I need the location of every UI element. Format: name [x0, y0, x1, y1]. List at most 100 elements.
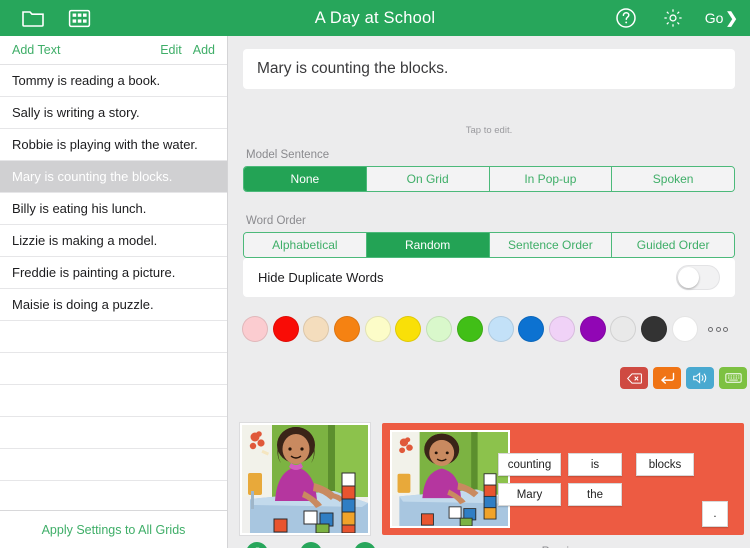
camera-button[interactable]	[246, 542, 268, 548]
go-button[interactable]: Go ❯	[705, 9, 738, 27]
word-cell[interactable]: .	[702, 501, 728, 527]
word-order-option[interactable]: Guided Order	[612, 233, 734, 257]
word-cell-label: .	[713, 508, 717, 520]
color-swatch[interactable]	[579, 316, 606, 342]
word-order-segmented-control[interactable]: Alphabetical Random Sentence Order Guided O…	[243, 232, 735, 258]
list-item-label: Sally is writing a story.	[12, 105, 140, 120]
color-swatch[interactable]	[395, 316, 422, 342]
list-item[interactable]	[0, 353, 227, 385]
help-icon[interactable]	[611, 6, 641, 30]
list-item[interactable]: Robbie is playing with the water.	[0, 129, 227, 161]
word-cell-label: the	[587, 488, 603, 501]
color-swatch[interactable]	[487, 316, 514, 342]
add-button[interactable]: Add	[193, 43, 215, 57]
list-item[interactable]	[0, 321, 227, 353]
list-item[interactable]: Mary is counting the blocks.	[0, 161, 227, 193]
color-swatch[interactable]	[548, 316, 575, 342]
color-palette[interactable]	[242, 312, 742, 346]
color-swatch[interactable]	[456, 316, 483, 342]
list-item[interactable]: Sally is writing a story.	[0, 97, 227, 129]
classroom-illustration	[242, 425, 368, 533]
sidebar: Add Text Edit Add Tommy is reading a boo…	[0, 36, 228, 548]
model-sentence-option[interactable]: Spoken	[612, 167, 734, 191]
preview-label: Preview	[382, 544, 744, 548]
word-order-option[interactable]: Sentence Order	[489, 233, 613, 257]
list-item-label: Freddie is painting a picture.	[12, 265, 176, 280]
word-cell[interactable]: is	[568, 453, 622, 476]
list-item[interactable]: Maisie is doing a puzzle.	[0, 289, 227, 321]
hide-duplicate-words-toggle[interactable]	[676, 265, 720, 290]
add-text-button[interactable]: Add Text	[12, 43, 60, 57]
app-root: A Day at School Go ❯ Add Text Edit Add T…	[0, 0, 750, 548]
word-cell[interactable]: counting	[498, 453, 561, 476]
word-cell-label: blocks	[648, 458, 682, 471]
list-item[interactable]	[0, 385, 227, 417]
toggle-knob	[678, 267, 699, 288]
list-item-label: Billy is eating his lunch.	[12, 201, 147, 216]
image-tool-buttons	[246, 542, 376, 548]
hide-duplicate-words-label: Hide Duplicate Words	[258, 270, 384, 285]
list-item-label: Robbie is playing with the water.	[12, 137, 198, 152]
image-thumbnail[interactable]	[240, 423, 370, 535]
word-cell-label: is	[590, 458, 600, 471]
model-sentence-option[interactable]: In Pop-up	[489, 167, 613, 191]
sidebar-header-actions: Edit Add	[160, 43, 215, 57]
gear-icon[interactable]	[658, 6, 688, 30]
symbol-search-button[interactable]	[300, 542, 322, 548]
color-swatch[interactable]	[303, 316, 330, 342]
sidebar-header: Add Text Edit Add	[0, 36, 227, 65]
list-item[interactable]: Billy is eating his lunch.	[0, 193, 227, 225]
main-panel: Mary is counting the blocks. Tap to edit…	[228, 36, 750, 548]
color-swatch[interactable]	[242, 316, 268, 342]
grid-image-cell[interactable]	[390, 430, 510, 528]
top-bar-left-icons	[0, 6, 94, 30]
list-item[interactable]: Lizzie is making a model.	[0, 225, 227, 257]
word-cell[interactable]: the	[568, 483, 622, 506]
color-swatch[interactable]	[364, 316, 391, 342]
color-swatch[interactable]	[610, 316, 637, 342]
grid-preview[interactable]: counting is blocks Mary the.	[382, 423, 744, 535]
list-item[interactable]: Tommy is reading a book.	[0, 65, 227, 97]
color-swatch[interactable]	[426, 316, 453, 342]
color-swatch[interactable]	[272, 316, 299, 342]
folder-icon[interactable]	[18, 6, 48, 30]
color-swatch[interactable]	[518, 316, 545, 342]
list-item[interactable]	[0, 417, 227, 449]
top-bar: A Day at School Go ❯	[0, 0, 750, 36]
word-cell[interactable]: blocks	[636, 453, 694, 476]
clear-button[interactable]	[354, 542, 376, 548]
list-item-label: Mary is counting the blocks.	[12, 169, 173, 184]
grid-icon[interactable]	[64, 6, 94, 30]
sentence-input[interactable]: Mary is counting the blocks.	[243, 49, 735, 89]
more-colors-icon[interactable]	[708, 326, 729, 332]
chevron-right-icon: ❯	[725, 10, 738, 27]
word-order-label: Word Order	[246, 215, 306, 227]
list-item-label: Tommy is reading a book.	[12, 73, 161, 88]
model-sentence-option[interactable]: None	[244, 167, 367, 191]
color-swatch[interactable]	[671, 316, 698, 342]
model-sentence-label: Model Sentence	[246, 149, 330, 161]
model-sentence-option[interactable]: On Grid	[366, 167, 490, 191]
hide-duplicate-words-row: Hide Duplicate Words	[243, 258, 735, 297]
model-sentence-segmented-control[interactable]: None On Grid In Pop-up Spoken	[243, 166, 735, 192]
list-item[interactable]: Freddie is painting a picture.	[0, 257, 227, 289]
word-cell-label: counting	[507, 458, 552, 471]
color-swatch[interactable]	[334, 316, 361, 342]
go-label: Go	[704, 10, 724, 26]
classroom-illustration-small	[392, 432, 508, 526]
sidebar-footer: Apply Settings to All Grids	[0, 510, 227, 548]
preview-area: counting is blocks Mary the.	[228, 385, 750, 548]
list-item-label: Lizzie is making a model.	[12, 233, 158, 248]
word-cell[interactable]: Mary	[498, 483, 561, 506]
edit-button[interactable]: Edit	[160, 43, 182, 57]
word-order-option[interactable]: Alphabetical	[244, 233, 367, 257]
top-bar-right-icons: Go ❯	[611, 6, 750, 30]
color-swatch[interactable]	[640, 316, 667, 342]
word-order-option[interactable]: Random	[366, 233, 490, 257]
sentence-list[interactable]: Tommy is reading a book. Sally is writing…	[0, 65, 227, 510]
list-item[interactable]	[0, 449, 227, 481]
word-cell-label: Mary	[516, 488, 543, 501]
apply-settings-to-all-grids-button[interactable]: Apply Settings to All Grids	[42, 523, 186, 537]
list-item-label: Maisie is doing a puzzle.	[12, 297, 154, 312]
tap-to-edit-hint: Tap to edit.	[465, 125, 513, 136]
